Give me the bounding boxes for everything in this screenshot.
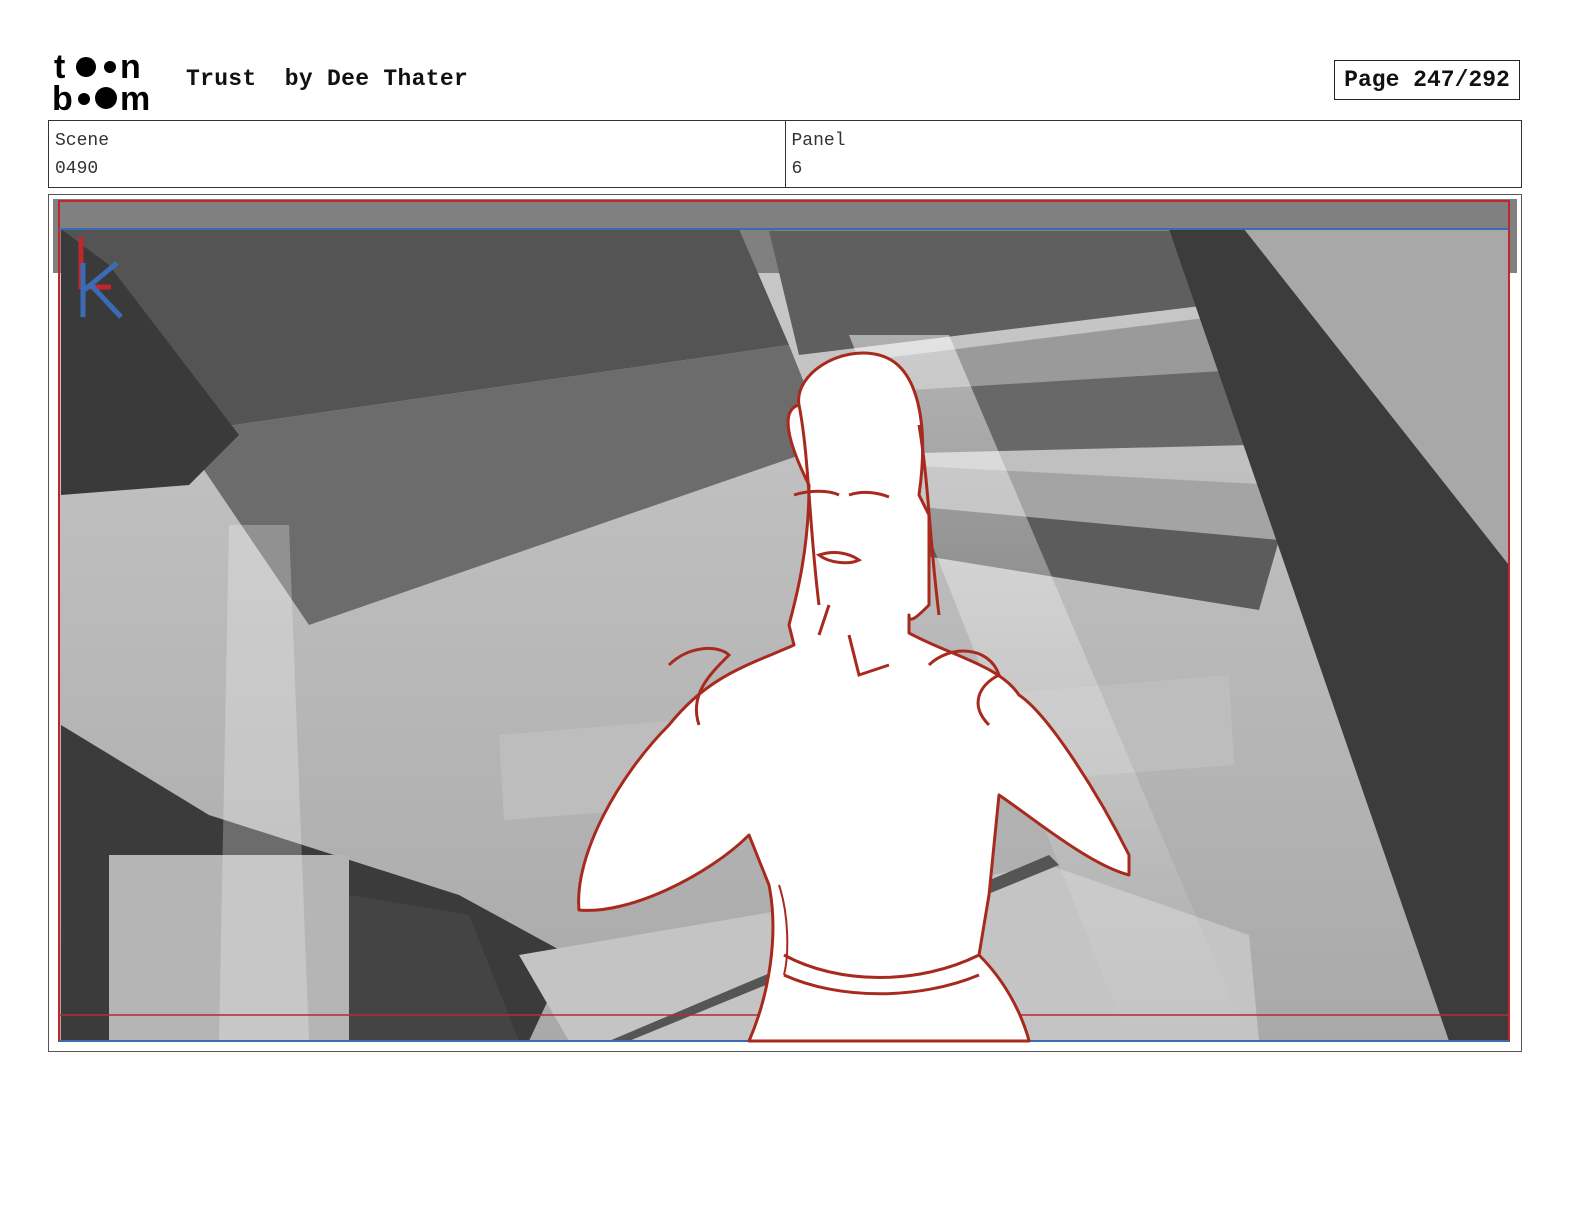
page-indicator: Page 247/292 bbox=[1334, 60, 1520, 100]
scene-label: Scene bbox=[55, 131, 110, 151]
document-title: Trust by Dee Thater bbox=[186, 66, 469, 92]
scene-cell: Scene 0490 bbox=[49, 121, 785, 187]
toonboom-logo: t n b m bbox=[52, 50, 150, 112]
scene-panel-info: Scene 0490 Panel 6 bbox=[48, 120, 1522, 188]
svg-text:m: m bbox=[120, 80, 150, 112]
page-number: Page 247/292 bbox=[1344, 67, 1510, 93]
scene-value: 0490 bbox=[55, 159, 99, 179]
storyboard-panel bbox=[48, 194, 1522, 1052]
panel-value: 6 bbox=[791, 159, 803, 179]
storyboard-sketch-icon bbox=[53, 199, 1517, 1043]
panel-label: Panel bbox=[791, 131, 846, 151]
panel-cell: Panel 6 bbox=[784, 121, 1522, 187]
svg-text:b: b bbox=[52, 80, 73, 112]
